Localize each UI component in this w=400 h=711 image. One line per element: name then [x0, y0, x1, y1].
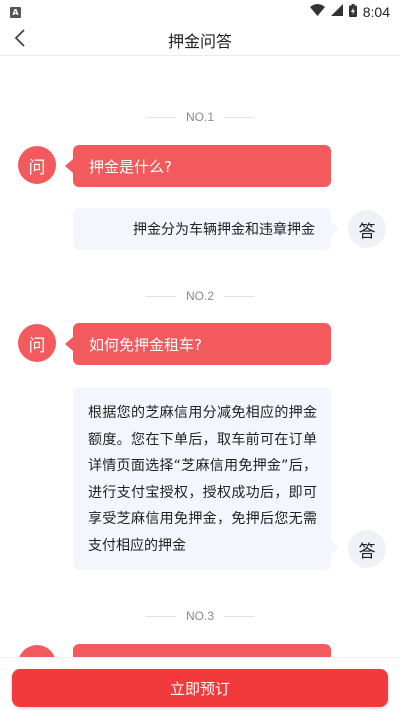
question-avatar: 问	[18, 645, 56, 657]
app-notification-icon: A	[10, 6, 21, 18]
divider	[224, 116, 254, 118]
answer-avatar: 答	[348, 530, 386, 568]
divider	[224, 615, 254, 617]
divider	[145, 295, 176, 297]
answer-text: 押金分为车辆押金和违章押金	[133, 222, 315, 238]
status-left: A	[10, 6, 21, 18]
back-button[interactable]	[6, 26, 34, 54]
faq-list: NO.1 问 押金是什么? 押金分为车辆押金和违章押金 答 NO.2 问 如何免…	[0, 57, 400, 657]
bottom-bar: 立即预订	[0, 657, 400, 711]
book-now-button[interactable]: 立即预订	[12, 669, 388, 707]
answer-avatar: 答	[348, 210, 386, 248]
faq-section-label: NO.1	[0, 110, 400, 124]
answer-bubble: 根据您的芝麻信用分减免相应的押金额度。您在下单后，取车前可在订单详情页面选择“芝…	[73, 387, 339, 570]
nav-bar: 押金问答	[0, 24, 400, 56]
divider	[145, 615, 176, 617]
page-title: 押金问答	[167, 31, 232, 51]
wifi-icon	[309, 4, 325, 20]
question-avatar: 问	[18, 324, 56, 362]
chevron-left-icon	[14, 29, 26, 51]
status-right: 8:04	[309, 3, 390, 21]
question-bubble: 押金是什么?	[65, 145, 331, 187]
divider	[224, 295, 254, 297]
faq-section-label: NO.3	[0, 609, 400, 623]
clock: 8:04	[362, 4, 390, 20]
question-bubble	[73, 644, 331, 657]
faq-number: NO.3	[185, 609, 214, 623]
question-text: 如何免押金租车?	[89, 335, 202, 354]
faq-number: NO.1	[185, 110, 214, 124]
answer-bubble: 押金分为车辆押金和违章押金	[73, 208, 339, 250]
signal-icon	[330, 4, 343, 20]
faq-number: NO.2	[185, 289, 214, 303]
battery-icon	[348, 3, 357, 21]
question-avatar: 问	[18, 146, 56, 184]
divider	[145, 116, 176, 118]
question-bubble: 如何免押金租车?	[65, 323, 331, 365]
question-text: 押金是什么?	[89, 157, 172, 176]
answer-text: 根据您的芝麻信用分减免相应的押金额度。您在下单后，取车前可在订单详情页面选择“芝…	[88, 405, 317, 554]
status-bar: A 8:04	[0, 0, 400, 24]
faq-section-label: NO.2	[0, 289, 400, 303]
